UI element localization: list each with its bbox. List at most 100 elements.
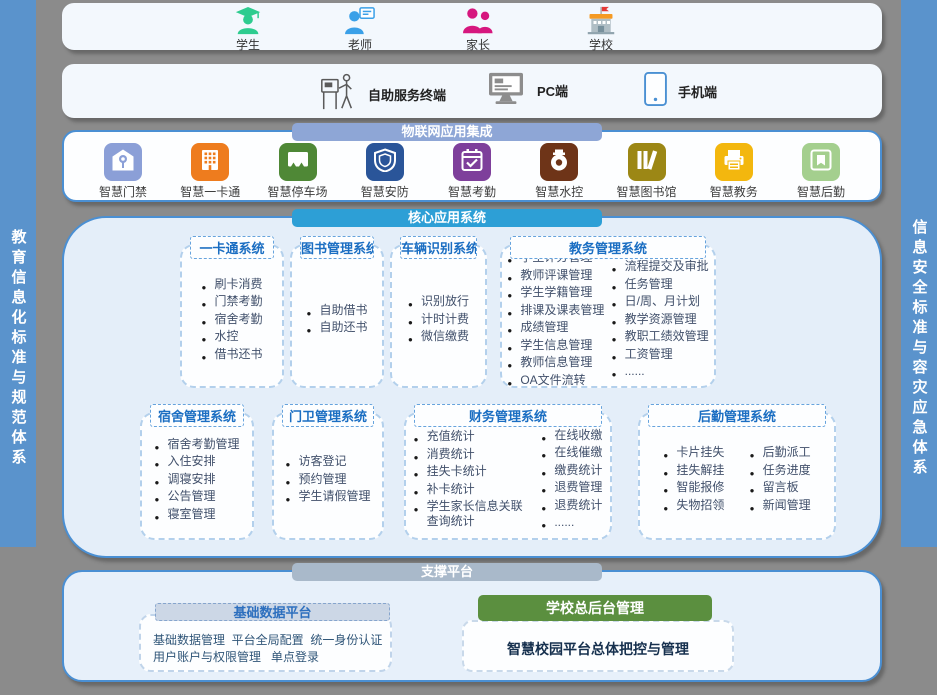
- user-role-item-2: 老师: [324, 6, 396, 53]
- user-role-item-3: 家长: [442, 6, 514, 53]
- feature-item: 任务管理: [612, 277, 709, 292]
- terminal-item-2: PC端: [485, 71, 568, 110]
- system-card-features: 访客登记预约管理学生请假管理: [274, 414, 382, 538]
- feature-item: 微信缴费: [408, 329, 469, 344]
- system-card-title: 后勤管理系统: [648, 404, 826, 427]
- academic-icon: [722, 148, 746, 177]
- iot-tile: [104, 143, 142, 181]
- system-card-features: 识别放行计时计费微信缴费: [392, 246, 485, 386]
- backend-management-desc: 智慧校园平台总体把控与管理: [507, 639, 689, 659]
- system-card-features: 自助借书自助还书: [292, 246, 382, 386]
- iot-tile-item-3: 智慧停车场: [259, 143, 337, 200]
- iot-banner: 物联网应用集成: [292, 123, 602, 141]
- feature-item: ......: [541, 515, 602, 530]
- feature-item: 识别放行: [408, 294, 469, 309]
- feature-item: 后勤派工: [750, 445, 811, 460]
- parking-icon: [286, 148, 310, 177]
- feature-item: 工资管理: [612, 347, 709, 362]
- base-data-feature-line: 用户账户与权限管理 单点登录: [153, 649, 390, 666]
- iot-tile-label: 智慧图书馆: [608, 183, 686, 200]
- smart-campus-architecture-diagram: 教育信息化标准与规范体系 信息安全标准与容灾应急体系 学生老师家长学校 自助服务…: [0, 0, 937, 695]
- user-role-label: 家长: [442, 36, 514, 53]
- feature-item: 缴费统计: [541, 463, 602, 478]
- security-icon: [373, 148, 397, 177]
- feature-item: 预约管理: [285, 472, 370, 487]
- user-role-label: 学校: [565, 36, 637, 53]
- feature-item: 学生信息管理: [507, 338, 604, 353]
- right-pillar-label: 信息安全标准与容灾应急体系: [909, 219, 930, 479]
- one-card-icon: [198, 148, 222, 177]
- base-data-platform-title: 基础数据平台: [155, 603, 390, 621]
- system-card-row1-3: 识别放行计时计费微信缴费车辆识别系统: [390, 244, 487, 388]
- support-platform-panel: 支撑平台 基础数据管理 平台全局配置 统一身份认证 用户账户与权限管理 单点登录…: [62, 570, 882, 682]
- feature-item: OA文件流转: [507, 373, 604, 388]
- door-access-icon: [111, 148, 135, 177]
- iot-tile: [453, 143, 491, 181]
- feature-item: 教职工绩效管理: [612, 329, 709, 344]
- feature-item: 任务进度: [750, 463, 811, 478]
- iot-tile: [279, 143, 317, 181]
- feature-item: 公告管理: [154, 489, 239, 504]
- iot-integration-panel: 物联网应用集成 智慧门禁智慧一卡通智慧停车场智慧安防智慧考勤智慧水控智慧图书馆智…: [62, 130, 882, 202]
- feature-item: ......: [612, 364, 709, 379]
- system-card-features: 宿舍考勤管理入住安排调寝安排公告管理寝室管理: [142, 414, 252, 538]
- backend-management-card: 智慧校园平台总体把控与管理: [462, 620, 734, 672]
- attendance-icon: [460, 148, 484, 177]
- feature-item: 借书还书: [201, 347, 262, 362]
- feature-item: 自助还书: [306, 320, 367, 335]
- feature-item: 入住安排: [154, 454, 239, 469]
- user-role-item-1: 学生: [212, 6, 284, 53]
- left-pillar: 教育信息化标准与规范体系: [0, 0, 36, 547]
- system-card-row1-2: 自助借书自助还书图书管理系统: [290, 244, 384, 388]
- feature-item: 教学资源管理: [612, 312, 709, 327]
- iot-tile-item-8: 智慧教务: [695, 143, 773, 200]
- feature-item: 宿舍考勤: [201, 312, 262, 327]
- feature-item: 排课及课表管理: [507, 303, 604, 318]
- iot-tile-label: 智慧水控: [520, 183, 598, 200]
- feature-item: 在线催缴: [541, 445, 602, 460]
- base-data-feature-line: 基础数据管理 平台全局配置 统一身份认证: [153, 632, 390, 649]
- right-pillar: 信息安全标准与容灾应急体系: [901, 0, 937, 547]
- feature-item: 宿舍考勤管理: [154, 437, 239, 452]
- core-systems-panel: 核心应用系统 刷卡消费门禁考勤宿舍考勤水控借书还书一卡通系统自助借书自助还书图书…: [62, 216, 882, 558]
- feature-item: 卡片挂失: [663, 445, 724, 460]
- feature-item: 门禁考勤: [201, 294, 262, 309]
- support-platform-banner: 支撑平台: [292, 563, 602, 581]
- feature-item: 寝室管理: [154, 507, 239, 522]
- system-card-row2-2: 访客登记预约管理学生请假管理门卫管理系统: [272, 412, 384, 540]
- system-card-row1-1: 刷卡消费门禁考勤宿舍考勤水控借书还书一卡通系统: [180, 244, 284, 388]
- iot-tile-item-2: 智慧一卡通: [171, 143, 249, 200]
- system-card-row2-3: 充值统计消费统计挂失卡统计补卡统计学生家长信息关联查询统计在线收缴在线催缴缴费统…: [404, 412, 612, 540]
- system-card-title: 财务管理系统: [414, 404, 602, 427]
- iot-tile-item-6: 智慧水控: [520, 143, 598, 200]
- parents-icon: [442, 6, 514, 36]
- feature-column: 宿舍考勤管理入住安排调寝安排公告管理寝室管理: [154, 434, 239, 524]
- feature-item: 在线收缴: [541, 428, 602, 443]
- system-card-row2-4: 卡片挂失挂失解挂智能报修失物招领后勤派工任务进度留言板新闻管理后勤管理系统: [638, 412, 836, 540]
- feature-item: 自助借书: [306, 303, 367, 318]
- system-card-title: 车辆识别系统: [400, 236, 477, 259]
- terminal-label: PC端: [537, 81, 568, 100]
- feature-item: 退费管理: [541, 480, 602, 495]
- system-card-features: 卡片挂失挂失解挂智能报修失物招领后勤派工任务进度留言板新闻管理: [640, 414, 834, 538]
- system-card-title: 图书管理系统: [300, 236, 374, 259]
- feature-item: 失物招领: [663, 498, 724, 513]
- left-pillar-label: 教育信息化标准与规范体系: [8, 229, 29, 469]
- feature-column: 充值统计消费统计挂失卡统计补卡统计学生家长信息关联查询统计: [414, 427, 532, 532]
- iot-tile-item-1: 智慧门禁: [84, 143, 162, 200]
- feature-item: 调寝安排: [154, 472, 239, 487]
- system-card-title: 一卡通系统: [190, 236, 274, 259]
- system-card-row1-4: 学生评分管理教师评课管理学生学籍管理排课及课表管理成绩管理学生信息管理教师信息管…: [500, 244, 716, 388]
- iot-tile-label: 智慧考勤: [433, 183, 511, 200]
- feature-item: 充值统计: [414, 429, 532, 444]
- iot-tile-label: 智慧停车场: [259, 183, 337, 200]
- feature-item: 消费统计: [414, 447, 532, 462]
- iot-tile-item-7: 智慧图书馆: [608, 143, 686, 200]
- feature-item: 成绩管理: [507, 320, 604, 335]
- water-icon: [547, 148, 571, 177]
- iot-tile-label: 智慧门禁: [84, 183, 162, 200]
- iot-tile-label: 智慧一卡通: [171, 183, 249, 200]
- feature-column: 刷卡消费门禁考勤宿舍考勤水控借书还书: [201, 274, 262, 364]
- terminal-item-3: 手机端: [643, 71, 717, 112]
- system-card-title: 宿舍管理系统: [150, 404, 244, 427]
